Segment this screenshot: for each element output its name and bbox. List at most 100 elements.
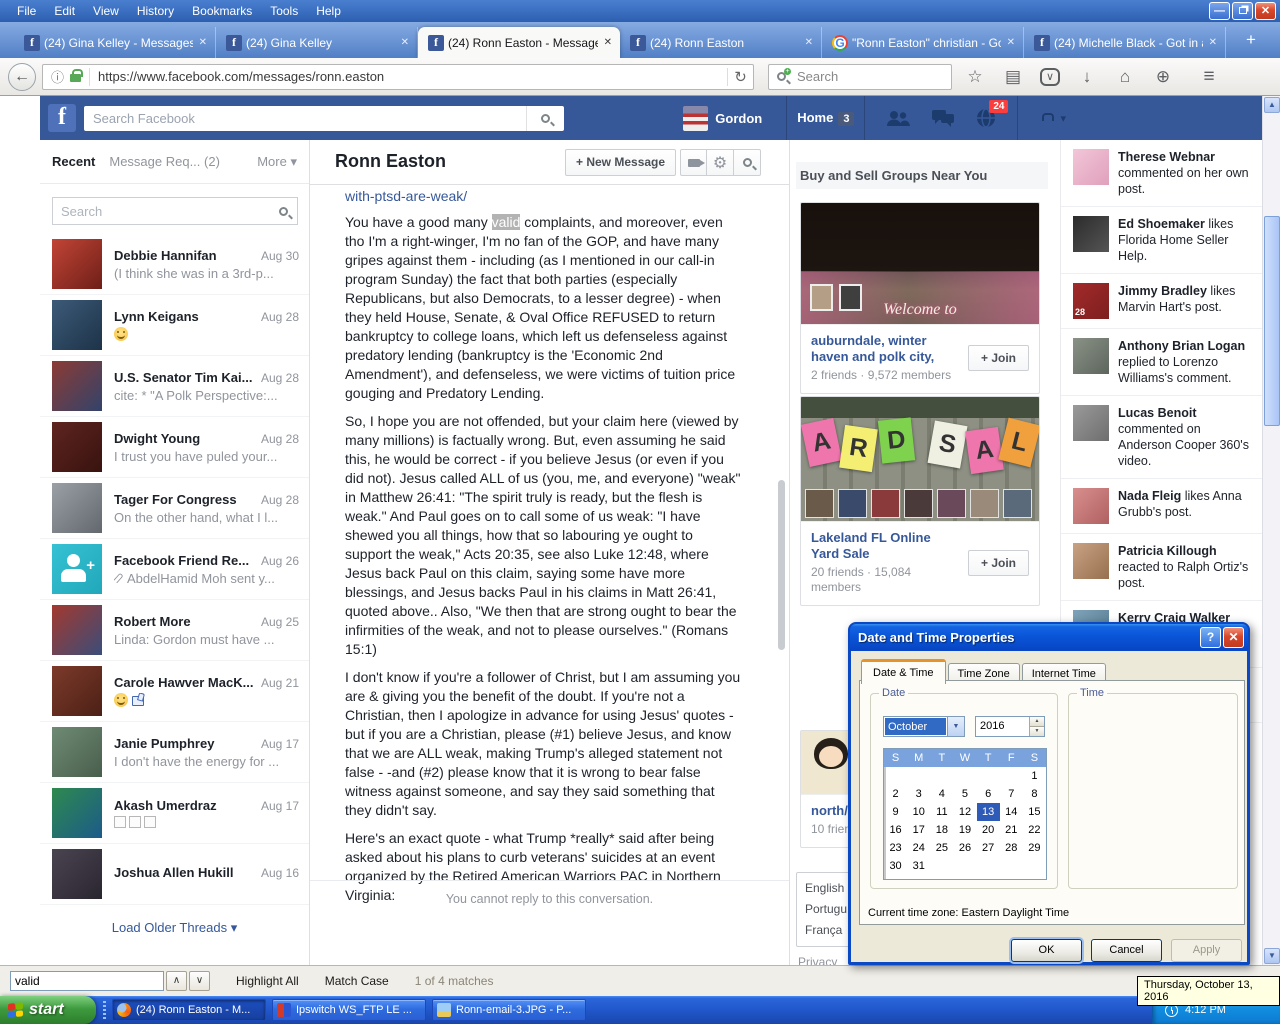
scroll-up-arrow[interactable]: ▲	[1264, 97, 1280, 113]
taskbar-task-1[interactable]: (24) Ronn Easton - M...	[112, 999, 266, 1021]
calendar-day[interactable]: 14	[1000, 803, 1023, 821]
calendar-day[interactable]: 22	[1023, 821, 1046, 839]
menu-file[interactable]: File	[8, 2, 45, 20]
ticker-item-2[interactable]: Ed Shoemaker likes Florida Home Seller H…	[1061, 207, 1262, 274]
account-menu-caret-icon[interactable]: ▾	[1060, 112, 1066, 125]
facebook-search-button[interactable]	[526, 106, 564, 131]
tab-close-icon[interactable]: ✕	[1207, 35, 1219, 50]
tab-recent[interactable]: Recent	[52, 154, 95, 169]
thread-item-9[interactable]: Janie PumphreyAug 17I don't have the ene…	[40, 722, 309, 783]
conversation-settings-button[interactable]: ⚙	[707, 149, 734, 176]
calendar-day[interactable]: 5	[953, 785, 976, 803]
avatar[interactable]	[683, 106, 708, 131]
calendar-day[interactable]: 9	[884, 803, 907, 821]
calendar-day[interactable]: 20	[977, 821, 1000, 839]
reading-list-icon[interactable]: ▤	[1002, 67, 1024, 87]
calendar-day[interactable]: 26	[953, 839, 976, 857]
calendar-day[interactable]: 15	[1023, 803, 1046, 821]
ok-button[interactable]: OK	[1011, 939, 1082, 962]
thread-item-4[interactable]: Dwight YoungAug 28I trust you have puled…	[40, 417, 309, 478]
ticker-item-5[interactable]: Lucas Benoit commented on Anderson Coope…	[1061, 396, 1262, 479]
start-button[interactable]: start	[0, 996, 96, 1024]
scroll-down-arrow[interactable]: ▼	[1264, 948, 1280, 964]
thread-item-8[interactable]: Carole Hawver MacK...Aug 21	[40, 661, 309, 722]
conversation-scrollbar-thumb[interactable]	[778, 480, 785, 650]
menu-help[interactable]: Help	[307, 2, 350, 20]
join-button[interactable]: + Join	[968, 345, 1029, 371]
year-spinner[interactable]: 2016 ▲▼	[975, 716, 1045, 737]
back-button[interactable]: ←	[8, 63, 36, 91]
menu-view[interactable]: View	[84, 2, 128, 20]
browser-tab-5[interactable]: G"Ronn Easton" christian - Go...✕	[822, 27, 1024, 58]
find-previous-button[interactable]: ∧	[166, 971, 187, 991]
calendar-grid[interactable]: 1234567891011121314151617181920212223242…	[884, 767, 1046, 875]
group-title[interactable]: auburndale, winter haven and polk city, …	[811, 333, 960, 365]
year-spin-buttons[interactable]: ▲▼	[1029, 717, 1044, 736]
calendar-day[interactable]: 27	[977, 839, 1000, 857]
menu-history[interactable]: History	[128, 2, 183, 20]
calendar-day[interactable]: 4	[930, 785, 953, 803]
browser-tab-3[interactable]: f(24) Ronn Easton - Messages✕	[418, 27, 620, 58]
calendar-day[interactable]: 10	[907, 803, 930, 821]
new-message-button[interactable]: + New Message	[565, 149, 676, 176]
calendar-day[interactable]: 29	[1023, 839, 1046, 857]
calendar-day[interactable]: 11	[930, 803, 953, 821]
menu-icon[interactable]: ≡	[1192, 66, 1226, 88]
profile-link[interactable]: Gordon	[715, 111, 762, 126]
calendar-day[interactable]: 16	[884, 821, 907, 839]
dialog-titlebar[interactable]: Date and Time Properties ? ✕	[850, 624, 1248, 651]
ticker-item-6[interactable]: Nada Fleig likes Anna Grubb's post.	[1061, 479, 1262, 534]
taskbar-task-3[interactable]: Ronn-email-3.JPG - P...	[432, 999, 586, 1021]
calendar-day[interactable]: 23	[884, 839, 907, 857]
thread-item-5[interactable]: Tager For CongressAug 28On the other han…	[40, 478, 309, 539]
thread-item-10[interactable]: Akash UmerdrazAug 17	[40, 783, 309, 844]
calendar-day[interactable]: 30	[884, 857, 907, 875]
thread-item-7[interactable]: Robert MoreAug 25Linda: Gordon must have…	[40, 600, 309, 661]
browser-tab-6[interactable]: f(24) Michelle Black - Got in a...✕	[1024, 27, 1226, 58]
join-button[interactable]: + Join	[968, 550, 1029, 576]
calendar-day[interactable]: 19	[953, 821, 976, 839]
thread-item-6[interactable]: +Facebook Friend Re...Aug 26AbdelHamid M…	[40, 539, 309, 600]
ticker-item-4[interactable]: Anthony Brian Logan replied to Lorenzo W…	[1061, 329, 1262, 396]
calendar-day-selected[interactable]: 13	[977, 803, 1000, 821]
globe-addon-icon[interactable]: ⊕	[1152, 67, 1174, 87]
tab-date-time[interactable]: Date & Time	[861, 659, 946, 684]
https-lock-icon[interactable]	[70, 74, 81, 82]
calendar-day[interactable]: 18	[930, 821, 953, 839]
thread-item-1[interactable]: Debbie HannifanAug 30(I think she was in…	[40, 234, 309, 295]
spin-down-icon[interactable]: ▼	[1030, 727, 1044, 736]
browser-tab-4[interactable]: f(24) Ronn Easton✕	[620, 27, 822, 58]
taskbar-grip[interactable]	[103, 1001, 106, 1019]
pocket-icon[interactable]: ∨	[1040, 68, 1060, 86]
restore-button[interactable]	[1232, 2, 1253, 20]
conversation-search-button[interactable]	[734, 149, 761, 176]
new-tab-button[interactable]: +	[1238, 30, 1264, 50]
home-icon[interactable]: ⌂	[1114, 67, 1136, 87]
downloads-icon[interactable]: ↓	[1076, 67, 1098, 87]
highlight-all-button[interactable]: Highlight All	[236, 974, 299, 988]
ticker-item-3[interactable]: 28Jimmy Bradley likes Marvin Hart's post…	[1061, 274, 1262, 329]
calendar-day[interactable]: 8	[1023, 785, 1046, 803]
threads-search-field[interactable]: Search	[52, 197, 298, 225]
close-window-button[interactable]: ✕	[1255, 2, 1276, 20]
calendar-day[interactable]: 28	[1000, 839, 1023, 857]
dialog-close-button[interactable]: ✕	[1223, 627, 1244, 648]
calendar-day[interactable]: 12	[953, 803, 976, 821]
tab-close-icon[interactable]: ✕	[1005, 35, 1017, 50]
page-info-icon[interactable]: ⓘ	[51, 67, 64, 86]
tab-close-icon[interactable]: ✕	[197, 35, 209, 50]
match-case-checkbox[interactable]: Match Case	[325, 974, 389, 988]
calendar[interactable]: SMTWTFS 12345678910111213141516171819202…	[883, 748, 1047, 880]
calendar-day[interactable]: 3	[907, 785, 930, 803]
calendar-day[interactable]: 1	[1023, 767, 1046, 785]
tab-close-icon[interactable]: ✕	[602, 35, 614, 50]
calendar-day[interactable]: 25	[930, 839, 953, 857]
tab-message-requests[interactable]: Message Req... (2)	[109, 154, 220, 169]
load-older-threads-link[interactable]: Load Older Threads ▾	[40, 920, 309, 936]
spin-up-icon[interactable]: ▲	[1030, 717, 1044, 727]
ticker-item-7[interactable]: Patricia Killough reacted to Ralph Ortiz…	[1061, 534, 1262, 601]
ticker-item-1[interactable]: Therese Webnar commented on her own post…	[1061, 140, 1262, 207]
minimize-button[interactable]: —	[1209, 2, 1230, 20]
browser-tab-2[interactable]: f(24) Gina Kelley✕	[216, 27, 418, 58]
message-link[interactable]: with-ptsd-are-weak/	[345, 188, 745, 204]
